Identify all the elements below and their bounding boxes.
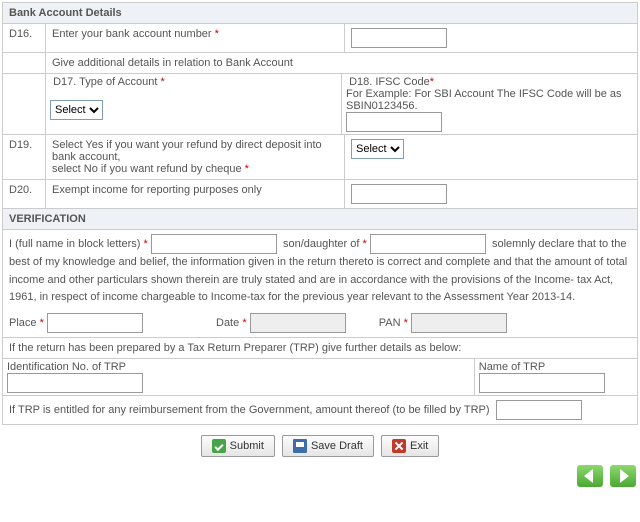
parent-name-input[interactable] <box>370 234 486 254</box>
exit-button[interactable]: Exit <box>381 435 439 457</box>
d19-label-cell: Select Yes if you want your refund by di… <box>46 135 345 180</box>
bank-account-form: Bank Account Details D16. Enter your ban… <box>2 2 638 425</box>
d18-req: * <box>430 76 434 88</box>
trp-intro: If the return has been prepared by a Tax… <box>3 337 638 358</box>
verif-text-a: I (full name in block letters) <box>9 238 140 250</box>
next-button[interactable] <box>610 465 636 487</box>
trp-reimb-input[interactable] <box>496 400 582 420</box>
trp-name-cell: Name of TRP <box>475 359 637 395</box>
trp-reimb-label: If TRP is entitled for any reimbursement… <box>9 404 490 416</box>
d20-input-cell <box>345 180 638 209</box>
trp-name-input[interactable] <box>479 373 605 393</box>
nav-row <box>0 465 638 496</box>
d18-hint: For Example: For SBI Account The IFSC Co… <box>346 88 622 112</box>
d16-label: Enter your bank account number <box>52 28 212 40</box>
trp-id-cell: Identification No. of TRP <box>3 359 475 395</box>
verif-text-b: son/daughter of <box>283 238 359 250</box>
full-name-input[interactable] <box>151 234 277 254</box>
d19-line2: select No if you want refund by cheque <box>52 163 242 175</box>
bank-account-number-input[interactable] <box>351 28 447 48</box>
pan-input[interactable] <box>411 313 507 333</box>
d17-label: D17. Type of Account <box>53 76 157 88</box>
d18-cell: D18. IFSC Code* For Example: For SBI Acc… <box>342 74 637 134</box>
prev-button[interactable] <box>577 465 603 487</box>
trp-id-input[interactable] <box>7 373 143 393</box>
check-icon <box>212 439 226 453</box>
d20-label: Exempt income for reporting purposes onl… <box>46 180 345 209</box>
save-draft-button[interactable]: Save Draft <box>282 435 374 457</box>
d20-num: D20. <box>3 180 46 209</box>
place-input[interactable] <box>47 313 143 333</box>
d19-num: D19. <box>3 135 46 180</box>
save-label: Save Draft <box>311 440 363 452</box>
verification-header: VERIFICATION <box>3 209 638 230</box>
refund-mode-select[interactable]: Select <box>351 139 404 159</box>
pan-label: PAN <box>379 317 401 329</box>
date-label: Date <box>216 317 239 329</box>
exempt-income-input[interactable] <box>351 184 447 204</box>
date-input[interactable] <box>250 313 346 333</box>
d17-req: * <box>161 76 165 88</box>
ifsc-code-input[interactable] <box>346 112 442 132</box>
d16-label-cell: Enter your bank account number * <box>46 24 345 53</box>
d19-input-cell: Select <box>345 135 638 180</box>
verification-declaration: I (full name in block letters) * son/dau… <box>3 230 638 338</box>
bank-section-header: Bank Account Details <box>3 3 638 24</box>
d16-req: * <box>215 28 219 40</box>
additional-details-label: Give additional details in relation to B… <box>46 53 638 74</box>
d19-req: * <box>245 163 249 175</box>
trp-reimb-row: If TRP is entitled for any reimbursement… <box>3 395 638 424</box>
account-type-select[interactable]: Select <box>50 100 103 120</box>
submit-button[interactable]: Submit <box>201 435 275 457</box>
exit-label: Exit <box>410 440 428 452</box>
trp-id-label: Identification No. of TRP <box>7 361 126 373</box>
d18-label: D18. IFSC Code <box>349 76 430 88</box>
d16-input-cell <box>345 24 638 53</box>
d17-cell: D17. Type of Account * Select <box>46 74 342 134</box>
d19-line1: Select Yes if you want your refund by di… <box>52 139 322 163</box>
floppy-icon <box>293 439 307 453</box>
submit-label: Submit <box>230 440 264 452</box>
button-row: Submit Save Draft Exit <box>0 427 640 465</box>
place-label: Place <box>9 317 37 329</box>
d16-num: D16. <box>3 24 46 53</box>
trp-name-label: Name of TRP <box>479 361 545 373</box>
close-icon <box>392 439 406 453</box>
